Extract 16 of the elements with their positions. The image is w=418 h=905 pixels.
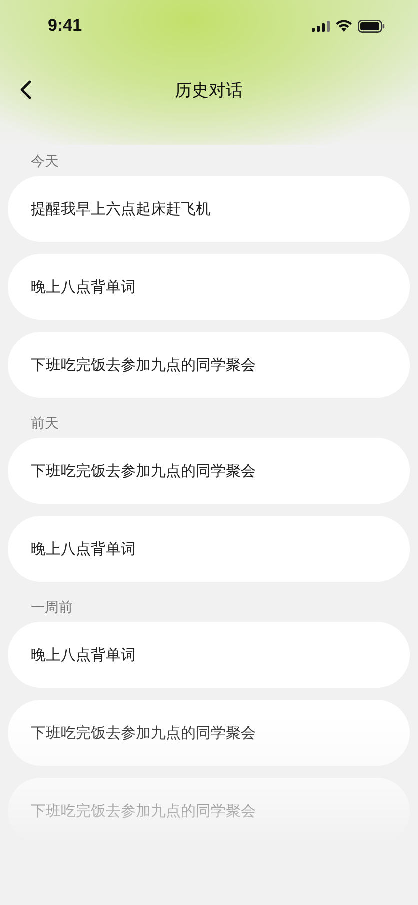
conversation-item[interactable]: 下班吃完饭去参加九点的同学聚会 [8,332,410,398]
conversation-item[interactable]: 提醒我早上六点起床赶飞机 [8,176,410,242]
wifi-icon [336,20,352,32]
back-icon[interactable] [20,80,32,100]
page-title: 历史对话 [175,80,243,102]
section-label: 今天 [30,153,59,172]
battery-icon [358,20,385,32]
section-label: 前天 [30,415,59,434]
section-label: 一周前 [30,599,73,618]
status-time: 9:41 [48,16,82,36]
conversation-item[interactable]: 晚上八点背单词 [8,254,410,320]
conversation-item[interactable]: 晚上八点背单词 [8,516,410,582]
signal-icon [312,20,330,32]
conversation-item[interactable]: 下班吃完饭去参加九点的同学聚会 [8,700,410,766]
conversation-item[interactable]: 下班吃完饭去参加九点的同学聚会 [8,438,410,504]
conversation-item[interactable]: 晚上八点背单词 [8,622,410,688]
